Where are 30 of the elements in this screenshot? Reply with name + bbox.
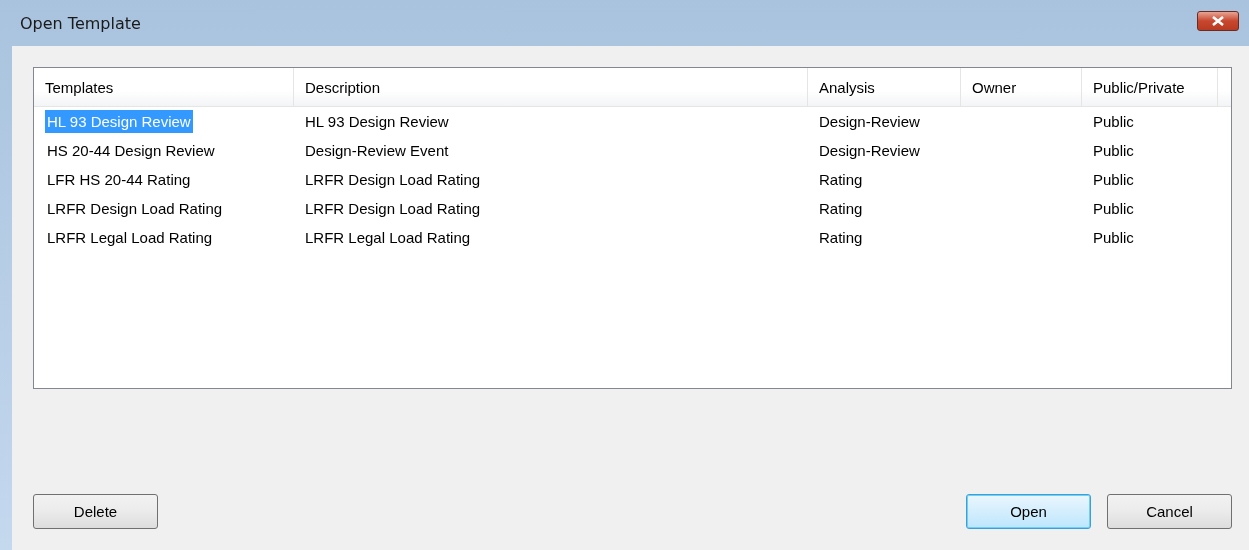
list-item[interactable]: LRFR Design Load Rating <box>45 197 225 220</box>
table-cell: Public <box>1093 113 1134 130</box>
column-header[interactable]: Public/Private <box>1082 68 1218 106</box>
table-cell: Public <box>1093 200 1134 217</box>
table-cell: LRFR Legal Load Rating <box>305 229 471 246</box>
column-header[interactable]: Templates <box>34 68 294 106</box>
dialog-button[interactable]: Delete <box>33 494 158 529</box>
close-icon <box>1212 16 1224 26</box>
table-cell: Public <box>1093 171 1134 188</box>
list-item[interactable]: LRFR Legal Load Rating <box>45 226 215 249</box>
table-cell: HL 93 Design Review <box>305 113 449 130</box>
table-cell: Design-Review Event <box>305 142 449 159</box>
table-cell: LRFR Design Load Rating <box>305 171 481 188</box>
list-item[interactable]: HS 20-44 Design Review <box>45 139 217 162</box>
table-cell: Rating <box>819 171 863 188</box>
table-cell: LRFR Design Load Rating <box>305 200 481 217</box>
table-cell: Design-Review <box>819 113 920 130</box>
column-header[interactable]: Owner <box>961 68 1082 106</box>
window-title: Open Template <box>20 13 141 33</box>
dialog-button[interactable]: Open <box>966 494 1091 529</box>
close-button[interactable] <box>1197 11 1239 31</box>
table-cell: Rating <box>819 229 863 246</box>
table-cell: Public <box>1093 142 1134 159</box>
column-header[interactable]: Analysis <box>808 68 961 106</box>
table-cell: Rating <box>819 200 863 217</box>
table-cell: Design-Review <box>819 142 920 159</box>
table-cell: Public <box>1093 229 1134 246</box>
column-header[interactable]: Description <box>294 68 808 106</box>
list-item[interactable]: LFR HS 20-44 Rating <box>45 168 193 191</box>
dialog-button[interactable]: Cancel <box>1107 494 1232 529</box>
